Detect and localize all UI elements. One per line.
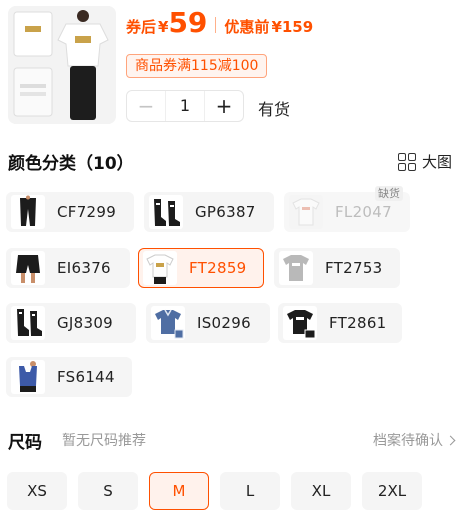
size-option-xl[interactable]: XL [291, 472, 351, 510]
white-tee-thumb [289, 195, 323, 229]
decrease-quantity-button[interactable]: − [127, 91, 165, 121]
color-code: FL2047 [335, 203, 392, 221]
size-recommendation-hint: 暂无尺码推荐 [62, 433, 146, 449]
original-price-label: 优惠前 [224, 18, 270, 36]
color-option-ft2753[interactable]: FT2753 [274, 248, 400, 288]
color-code: GP6387 [195, 203, 256, 221]
black-socks-thumb [11, 306, 45, 340]
soldout-badge: 缺货 [375, 186, 403, 201]
product-image[interactable] [8, 6, 116, 124]
color-code: IS0296 [197, 314, 251, 332]
color-option-ei6376[interactable]: EI6376 [6, 248, 130, 288]
size-profile-link[interactable]: 档案待确认 [373, 430, 456, 450]
size-option-xs[interactable]: XS [7, 472, 67, 510]
color-option-fs6144[interactable]: FS6144 [6, 357, 132, 397]
currency-symbol: ¥ [158, 18, 169, 36]
coupon-price: 59 [168, 6, 208, 39]
size-option-s[interactable]: S [78, 472, 138, 510]
increase-quantity-button[interactable]: + [205, 91, 243, 121]
size-option-2xl[interactable]: 2XL [362, 472, 422, 510]
coupon-price-label: 券后 [126, 18, 157, 36]
black-tee-thumb [283, 306, 317, 340]
color-option-is0296[interactable]: IS0296 [146, 303, 270, 343]
black-socks-thumb [149, 195, 183, 229]
color-option-gp6387[interactable]: GP6387 [144, 192, 274, 232]
large-view-label: 大图 [421, 153, 452, 171]
color-code: FT2861 [329, 314, 387, 332]
stock-status: 有货 [258, 100, 291, 119]
product-summary: 券后 ¥ 59 优惠前 ¥159 商品券满115减100 − 1 + 有货 [0, 0, 460, 130]
coupon-tag[interactable]: 商品券满115减100 [126, 54, 268, 78]
color-option-cf7299[interactable]: CF7299 [6, 192, 134, 232]
color-option-gj8309[interactable]: GJ8309 [6, 303, 136, 343]
color-code: CF7299 [57, 203, 117, 221]
black-shorts-thumb [11, 251, 45, 285]
color-option-ft2859[interactable]: FT2859 [138, 248, 264, 288]
blue-polo-thumb [151, 306, 185, 340]
size-section-title: 尺码 [8, 433, 42, 453]
color-code: FT2859 [189, 259, 247, 277]
black-tights-thumb [11, 195, 45, 229]
size-option-m[interactable]: M [149, 472, 209, 510]
color-code: FS6144 [57, 368, 115, 386]
color-section-title: 颜色分类（10） [8, 154, 134, 174]
grid-view-icon [397, 152, 416, 171]
grey-tee-thumb [279, 251, 313, 285]
price-divider [215, 17, 217, 33]
original-price: ¥159 [271, 18, 314, 36]
white-tee-gold-thumb [143, 251, 177, 285]
quantity-stepper: − 1 + [126, 90, 244, 122]
size-profile-label: 档案待确认 [373, 433, 443, 449]
color-code: FT2753 [325, 259, 383, 277]
price-row: 券后 ¥ 59 优惠前 ¥159 [126, 8, 313, 42]
color-code: GJ8309 [57, 314, 114, 332]
blue-tank-thumb [11, 360, 45, 394]
chevron-right-icon [445, 435, 456, 446]
color-option-fl2047[interactable]: FL2047 缺货 [284, 186, 410, 232]
color-option-ft2861[interactable]: FT2861 [278, 303, 402, 343]
large-view-toggle[interactable]: 大图 [397, 151, 452, 172]
color-code: EI6376 [57, 259, 111, 277]
size-option-l[interactable]: L [220, 472, 280, 510]
quantity-value[interactable]: 1 [165, 91, 205, 121]
